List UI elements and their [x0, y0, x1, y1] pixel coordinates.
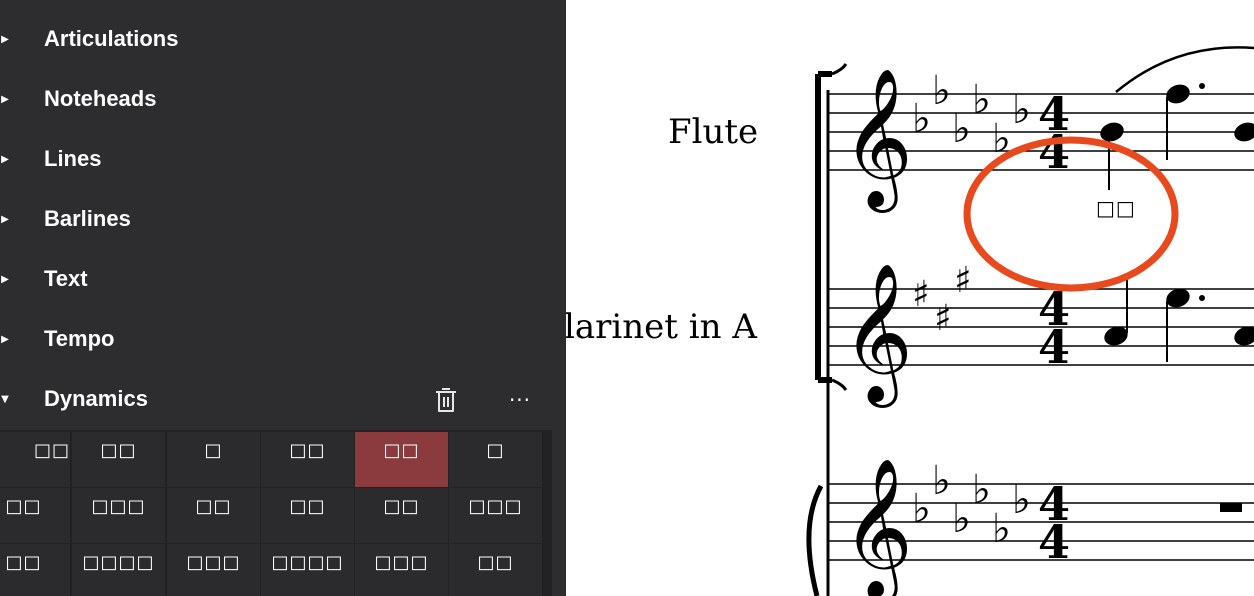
svg-text:♭: ♭: [1012, 87, 1031, 133]
palettes-panel: ▶ Articulations ▶ Noteheads ▶ Lines ▶ Ba…: [0, 0, 566, 596]
collapse-arrow-icon[interactable]: ▼: [0, 393, 12, 407]
dynamics-cell[interactable]: □□: [261, 488, 354, 543]
treble-clef-icon: 𝄞: [842, 458, 913, 596]
dynamics-cell[interactable]: □□□□: [72, 544, 165, 596]
svg-text:♭: ♭: [932, 68, 951, 114]
svg-text:♭: ♭: [932, 458, 951, 504]
flute-notes: [1100, 46, 1254, 190]
svg-text:♭: ♭: [1012, 477, 1031, 523]
expand-arrow-icon[interactable]: ▶: [0, 153, 12, 167]
dynamics-cell[interactable]: □: [449, 432, 542, 487]
svg-text:4: 4: [1038, 515, 1070, 569]
section-label: Noteheads: [44, 86, 157, 111]
key-signature-flats-icon: ♭ ♭ ♭ ♭ ♭ ♭: [912, 68, 1031, 162]
svg-text:♭: ♭: [952, 106, 971, 152]
missing-glyph-dynamic[interactable]: □□: [1096, 196, 1136, 220]
dynamics-palette-grid: □□ □□ □ □□ □□ □ □□ □□□ □□ □□ □□ □□□ □□ □…: [0, 430, 552, 596]
dynamics-cell[interactable]: □□□□: [261, 544, 354, 596]
dynamics-cell[interactable]: □□: [0, 544, 70, 596]
svg-text:♭: ♭: [952, 496, 971, 542]
svg-text:♭: ♭: [912, 96, 931, 142]
svg-text:♯: ♯: [934, 298, 951, 339]
palette-section-text[interactable]: ▶ Text: [0, 250, 566, 310]
section-label: Barlines: [44, 206, 131, 231]
dynamics-cell[interactable]: □□: [449, 544, 542, 596]
palette-section-tempo[interactable]: ▶ Tempo: [0, 310, 566, 370]
svg-text:♯: ♯: [912, 274, 929, 315]
dynamics-cell-selected[interactable]: □□: [355, 432, 448, 487]
dynamics-cell[interactable]: □□: [72, 432, 165, 487]
palette-section-articulations[interactable]: ▶ Articulations: [0, 10, 566, 70]
dynamics-cell[interactable]: □□□: [167, 544, 260, 596]
dynamics-cell[interactable]: □□: [0, 488, 70, 543]
palette-section-barlines[interactable]: ▶ Barlines: [0, 190, 566, 250]
clarinet-notes: [1104, 278, 1254, 362]
expand-arrow-icon[interactable]: ▶: [0, 273, 12, 287]
treble-clef-icon: 𝄞: [842, 68, 913, 213]
svg-text:♭: ♭: [912, 486, 931, 532]
svg-text:♭: ♭: [972, 467, 991, 513]
section-label: Dynamics: [44, 386, 148, 411]
svg-text:4: 4: [1038, 125, 1070, 179]
dynamics-cell[interactable]: □□: [355, 488, 448, 543]
dynamics-cell[interactable]: □□□: [72, 488, 165, 543]
section-label: Tempo: [44, 326, 115, 351]
more-options-icon[interactable]: ···: [500, 385, 540, 415]
time-signature-icon: 44 44 44: [1038, 87, 1070, 569]
score-notation: 𝄞 𝄞 𝄞 ♭ ♭ ♭ ♭ ♭ ♭ ♯ ♯ ♯ ♭ ♭ ♭ ♭ ♭ ♭ 44 4…: [806, 46, 1254, 596]
dynamics-cell[interactable]: □□□: [449, 488, 542, 543]
palette-section-dynamics[interactable]: ▼ Dynamics: [0, 370, 566, 430]
expand-arrow-icon[interactable]: ▶: [0, 93, 12, 107]
palette-section-lines[interactable]: ▶ Lines: [0, 130, 566, 190]
dynamics-cell[interactable]: □□: [0, 432, 70, 487]
trash-icon[interactable]: [433, 385, 459, 415]
dynamics-cell[interactable]: □□□: [355, 544, 448, 596]
highlight-circle: [963, 136, 1179, 292]
brace: [806, 484, 824, 596]
expand-arrow-icon[interactable]: ▶: [0, 33, 12, 47]
treble-clef-icon: 𝄞: [842, 263, 913, 408]
dynamics-cell[interactable]: □□: [261, 432, 354, 487]
palette-section-noteheads[interactable]: ▶ Noteheads: [0, 70, 566, 130]
svg-text:♭: ♭: [992, 506, 1011, 552]
svg-text:4: 4: [1038, 320, 1070, 374]
expand-arrow-icon[interactable]: ▶: [0, 213, 12, 227]
section-label: Articulations: [44, 26, 179, 51]
section-label: Text: [44, 266, 88, 291]
whole-rest-icon: [1220, 503, 1242, 512]
score-view[interactable]: Flute Clarinet in A: [566, 0, 1254, 596]
key-signature-flats-icon: ♭ ♭ ♭ ♭ ♭ ♭: [912, 458, 1031, 552]
dynamics-cell[interactable]: □□: [167, 488, 260, 543]
expand-arrow-icon[interactable]: ▶: [0, 333, 12, 347]
svg-text:♭: ♭: [972, 77, 991, 123]
dynamics-cell[interactable]: □: [167, 432, 260, 487]
section-label: Lines: [44, 146, 102, 171]
svg-text:♯: ♯: [954, 260, 971, 301]
bracket: [815, 71, 832, 383]
